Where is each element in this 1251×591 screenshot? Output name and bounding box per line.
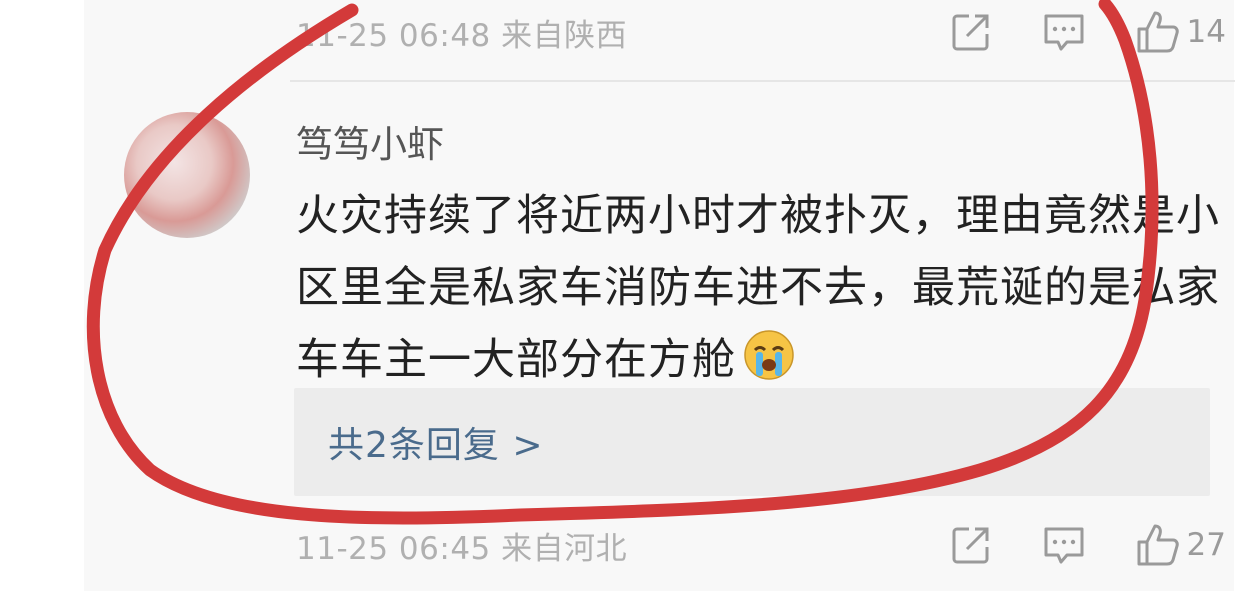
divider — [290, 80, 1235, 82]
share-button[interactable] — [949, 10, 993, 54]
action-bar: 14 — [901, 9, 1226, 55]
timestamp-location: 11-25 06:45 来自河北 — [296, 530, 628, 567]
action-bar: 27 — [901, 522, 1226, 568]
username[interactable]: 笃笃小虾 — [296, 114, 444, 168]
comment-text-block: 火灾持续了将近两小时才被扑灭，理由竟然是小区里全是私家车消防车进不去，最荒诞的是… — [296, 180, 1226, 396]
like-button[interactable]: 27 — [1135, 522, 1226, 568]
share-button[interactable] — [949, 523, 993, 567]
replies-link[interactable]: 共2条回复 > — [294, 388, 1210, 496]
like-count: 27 — [1186, 527, 1226, 563]
timestamp-location: 11-25 06:48 来自陕西 — [296, 17, 628, 54]
avatar[interactable] — [124, 112, 250, 238]
comment-button[interactable] — [1041, 523, 1087, 567]
comment-icon — [1044, 527, 1084, 564]
comment-button[interactable] — [1041, 10, 1087, 54]
share-icon — [952, 527, 989, 564]
previous-comment-footer: 11-25 06:48 来自陕西 14 — [296, 2, 1226, 62]
like-count: 14 — [1186, 14, 1226, 50]
comment-footer: 11-25 06:45 来自河北 27 — [296, 515, 1226, 575]
comment-icon — [1044, 14, 1084, 51]
replies-label: 共2条回复 > — [328, 425, 544, 466]
share-icon — [952, 14, 989, 51]
thumbs-up-icon — [1137, 11, 1179, 53]
thumbs-up-icon — [1137, 524, 1179, 566]
crying-face-icon — [744, 330, 794, 380]
like-button[interactable]: 14 — [1135, 9, 1226, 55]
